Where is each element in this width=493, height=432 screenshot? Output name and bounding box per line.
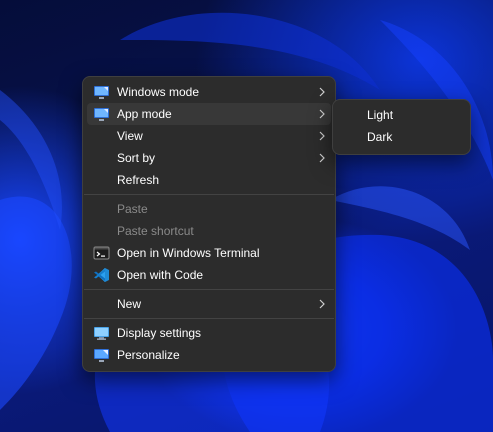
vscode-icon	[93, 267, 110, 283]
menu-item-open-with-code[interactable]: Open with Code	[87, 264, 331, 286]
chevron-right-icon	[317, 86, 327, 98]
submenu-item-light[interactable]: Light	[337, 104, 466, 126]
menu-item-label: Open with Code	[117, 268, 204, 282]
menu-item-label: Display settings	[117, 326, 202, 340]
menu-item-app-mode[interactable]: App mode	[87, 103, 331, 125]
menu-separator	[84, 318, 334, 319]
menu-item-paste: Paste	[87, 198, 331, 220]
menu-item-view[interactable]: View	[87, 125, 331, 147]
menu-item-personalize[interactable]: Personalize	[87, 344, 331, 366]
menu-item-label: Windows mode	[117, 85, 200, 99]
menu-item-open-in-terminal[interactable]: Open in Windows Terminal	[87, 242, 331, 264]
menu-item-label: Paste shortcut	[117, 224, 194, 238]
chevron-right-icon	[317, 108, 327, 120]
terminal-icon	[93, 245, 110, 261]
menu-item-refresh[interactable]: Refresh	[87, 169, 331, 191]
monitor-icon	[93, 84, 110, 100]
menu-item-label: New	[117, 297, 142, 311]
menu-item-label: App mode	[117, 107, 172, 121]
menu-item-label: Paste	[117, 202, 148, 216]
submenu-item-label: Light	[367, 108, 394, 122]
chevron-right-icon	[317, 152, 327, 164]
menu-separator	[84, 289, 334, 290]
menu-item-paste-shortcut: Paste shortcut	[87, 220, 331, 242]
chevron-right-icon	[317, 130, 327, 142]
desktop-context-menu: Windows mode App mode View Sort by Refre…	[82, 76, 336, 372]
menu-item-label: View	[117, 129, 143, 143]
chevron-right-icon	[317, 298, 327, 310]
menu-item-sort-by[interactable]: Sort by	[87, 147, 331, 169]
menu-item-windows-mode[interactable]: Windows mode	[87, 81, 331, 103]
menu-item-new[interactable]: New	[87, 293, 331, 315]
submenu-item-dark[interactable]: Dark	[337, 126, 466, 148]
menu-item-label: Refresh	[117, 173, 160, 187]
menu-item-label: Personalize	[117, 348, 180, 362]
menu-item-label: Open in Windows Terminal	[117, 246, 260, 260]
personalize-icon	[93, 347, 110, 363]
display-settings-icon	[93, 325, 110, 341]
menu-item-display-settings[interactable]: Display settings	[87, 322, 331, 344]
submenu-item-label: Dark	[367, 130, 393, 144]
monitor-icon	[93, 106, 110, 122]
app-mode-submenu: Light Dark	[332, 99, 471, 155]
menu-separator	[84, 194, 334, 195]
menu-item-label: Sort by	[117, 151, 156, 165]
